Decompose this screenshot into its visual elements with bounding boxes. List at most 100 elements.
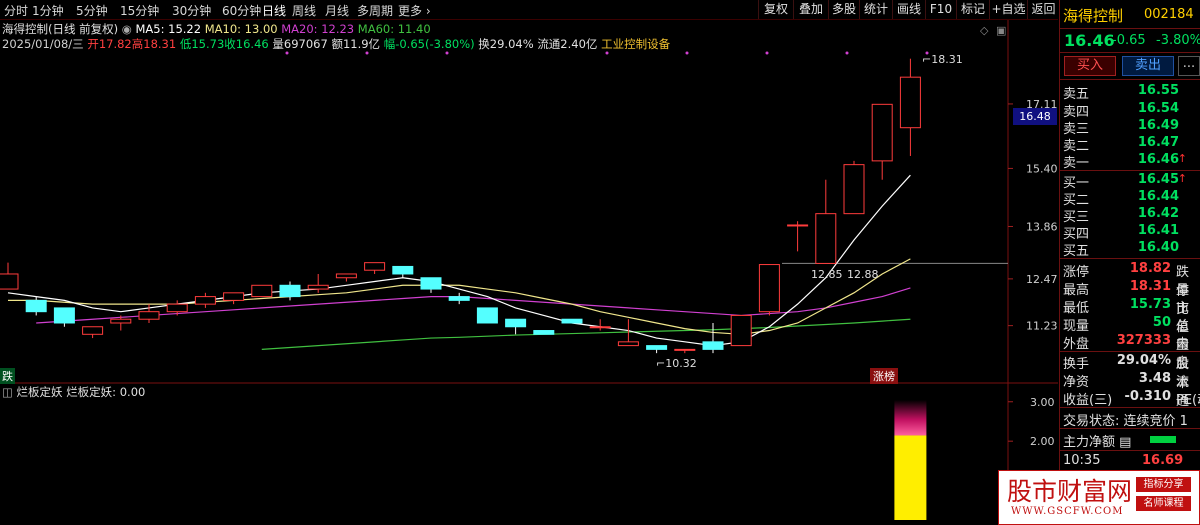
candle-body (138, 311, 160, 320)
indicator-legend: ◫ 烂板定妖 烂板定妖: 0.00 (2, 384, 145, 400)
candle-body (0, 273, 19, 290)
candle-body (279, 284, 301, 298)
price-tick-label: 11.23 (1026, 320, 1058, 333)
main-flow-label[interactable]: 主力净额 ▤ (1063, 431, 1131, 450)
divider (1060, 170, 1200, 171)
candle-body (364, 262, 386, 271)
candle-body (815, 213, 837, 264)
candle-body (589, 326, 611, 329)
stat-label: 外盘 (1063, 337, 1090, 352)
buy-button[interactable]: 买入 (1064, 56, 1116, 76)
stat-label: 现量 (1063, 319, 1090, 334)
last-price: 16.46 (1064, 31, 1115, 50)
ask-price: 16.54 (1137, 101, 1179, 116)
candle-body (730, 314, 752, 347)
signal-dot (845, 51, 849, 55)
add-watchlist-button[interactable]: +自选 (989, 0, 1027, 19)
ask-row-2: 卖二 16.47 (1063, 135, 1200, 154)
candle-body (110, 318, 132, 324)
candle-body (505, 318, 527, 328)
indicator-name[interactable]: 烂板定妖 (17, 385, 63, 399)
bid-price: 16.42 (1137, 206, 1179, 221)
stat-value: 3.48 (1138, 371, 1171, 386)
high-marker: ⌐18.31 (922, 53, 963, 66)
bid-row-2: 买二 16.44 (1063, 189, 1200, 208)
current-price-tag: 16.48 (1013, 108, 1057, 125)
bid-label: 买五 (1063, 244, 1090, 259)
main-flow-bar (1150, 436, 1176, 443)
bid-row-4: 买四 16.41 (1063, 223, 1200, 242)
indicator-tick-label: 3.00 (1030, 396, 1055, 409)
stats-button[interactable]: 统计 (859, 0, 892, 19)
gap-label-2: 12.88 (847, 268, 879, 281)
f10-button[interactable]: F10 (925, 0, 956, 19)
tick-price: 16.69 (1142, 453, 1184, 468)
candle-body (53, 307, 75, 324)
diamond-icon[interactable]: ◇ (980, 24, 988, 37)
stat-value: 327333 (1116, 333, 1171, 348)
back-button[interactable]: 返回 (1027, 0, 1059, 19)
draw-button[interactable]: 画线 (892, 0, 925, 19)
overlay-button[interactable]: 叠加 (793, 0, 828, 19)
candle-body (561, 318, 583, 324)
ask-row-4: 卖四 16.54 (1063, 101, 1200, 120)
tab-multi-period[interactable]: 多周期 (357, 2, 393, 19)
signal-dot (445, 51, 449, 55)
trade-state: 交易状态: 连续竞价 1 (1063, 414, 1188, 429)
stat-value: 29.04% (1116, 353, 1171, 368)
stat-row-eps: 收益(三) -0.310 PE(动 (1063, 389, 1200, 408)
tab-weekly[interactable]: 周线 (292, 2, 316, 19)
stat-value: 18.31 (1129, 279, 1171, 294)
tab-5min[interactable]: 5分钟 (76, 2, 108, 19)
tab-intraday[interactable]: 分时 (4, 2, 28, 19)
bid-row-5: 买五 16.40 (1063, 240, 1200, 259)
ask-row-1: 卖一 16.46 ↑ (1063, 152, 1200, 171)
candle-body (871, 103, 893, 162)
ma5-line (7, 174, 911, 347)
kline-chart[interactable]: 17.1115.4013.8612.4711.233.002.001.00 (0, 20, 1058, 523)
chevron-right-icon: › (422, 4, 431, 18)
tab-60min[interactable]: 60分钟 (222, 2, 261, 19)
stat-row-high: 最高 18.31 量比 (1063, 279, 1200, 317)
stock-name: 海得控制 (1063, 7, 1124, 25)
candle-body (307, 284, 329, 290)
expand-icon[interactable]: ▣ (996, 24, 1006, 37)
watermark-url: WWW.GSCFW.COM (1011, 506, 1124, 517)
tab-daily[interactable]: 日线 (262, 2, 286, 19)
divider (1060, 351, 1200, 352)
signal-dot (605, 51, 609, 55)
tab-15min[interactable]: 15分钟 (120, 2, 159, 19)
indicator-tick-label: 2.00 (1030, 435, 1055, 448)
price-change: -0.65 (1112, 33, 1146, 48)
candle-body (476, 307, 498, 324)
collapse-icon[interactable]: ◫ (2, 385, 13, 399)
tab-30min[interactable]: 30分钟 (172, 2, 211, 19)
watermark-title: 股市财富网 (1007, 477, 1133, 506)
low-marker: ⌐10.32 (656, 357, 697, 370)
adjust-button[interactable]: 复权 (758, 0, 793, 19)
tab-more[interactable]: 更多 › (398, 2, 431, 19)
up-arrow-icon: ↑ (1177, 172, 1187, 185)
tab-1min[interactable]: 1分钟 (32, 2, 64, 19)
up-arrow-icon: ↑ (1177, 152, 1187, 165)
tab-monthly[interactable]: 月线 (325, 2, 349, 19)
ask-price: 16.49 (1137, 118, 1179, 133)
period-toolbar: 分时 1分钟 5分钟 15分钟 30分钟 60分钟 日线 周线 月线 多周期 更… (0, 0, 1058, 20)
multi-stock-button[interactable]: 多股 (828, 0, 859, 19)
ask-price: 16.46 (1137, 152, 1179, 167)
mark-button[interactable]: 标记 (956, 0, 989, 19)
candle-body (82, 326, 104, 335)
stat-row-low: 最低 15.73 市值 (1063, 297, 1200, 335)
stat-label: 最高 (1063, 283, 1090, 298)
quote-panel: 海得控制 002184 16.46 -0.65 -3.80% 买入 卖出 ...… (1059, 0, 1200, 523)
stat-value: 18.82 (1129, 261, 1171, 276)
sell-button[interactable]: 卖出 (1122, 56, 1174, 76)
candle-body (533, 330, 555, 335)
candle-body (674, 348, 696, 351)
candle-body (194, 296, 216, 305)
candle-body (223, 292, 245, 301)
price-tick-label: 12.47 (1026, 273, 1058, 286)
more-button[interactable]: ... (1178, 56, 1200, 76)
bid-price: 16.44 (1137, 189, 1179, 204)
candle-body (448, 296, 470, 301)
